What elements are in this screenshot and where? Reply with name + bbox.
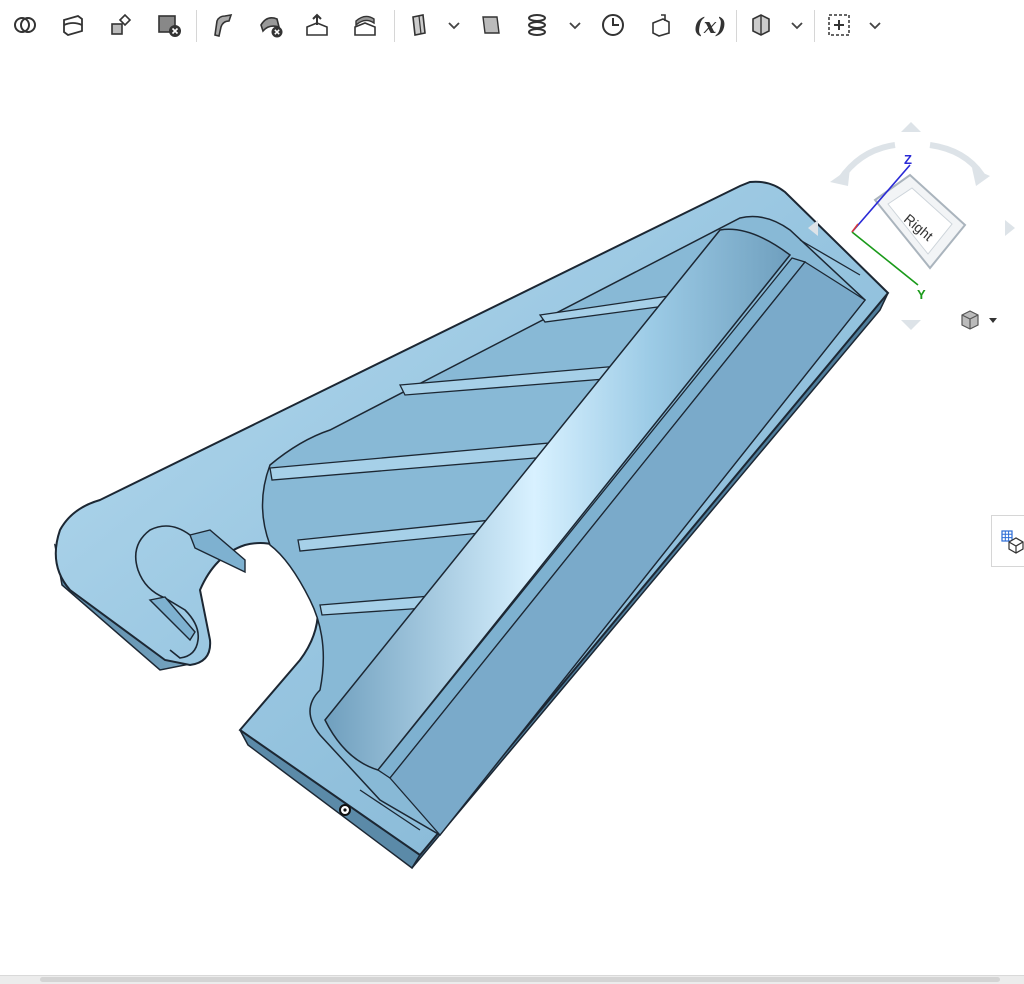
variable-icon[interactable]: (x) [690,7,730,43]
appearance-panel-button[interactable] [991,515,1024,567]
toolbar-separator [196,10,197,42]
appearance-panel-icon [1001,530,1024,554]
axis-x-line [851,223,859,233]
view-mode-dropdown[interactable] [956,304,1016,336]
display-states-icon[interactable] [744,7,778,43]
mate-connector-icon[interactable] [474,7,508,43]
boolean-icon[interactable] [8,7,42,43]
axis-z-label: Z [904,152,912,167]
transform-icon[interactable] [104,7,138,43]
helix-dropdown-chevron-icon[interactable] [566,12,584,38]
shaded-cube-icon [961,310,979,330]
measure-icon[interactable] [596,7,630,43]
section-icon[interactable] [644,7,678,43]
axis-y-label: Y [917,287,926,302]
toolbar-separator [394,10,395,42]
replace-face-icon[interactable] [348,7,382,43]
toolbar: (x) [0,0,1024,50]
view-up-arrow-icon [901,122,921,132]
plane-dropdown-chevron-icon[interactable] [445,12,463,38]
move-face-icon[interactable] [300,7,334,43]
toolbar-separator [814,10,815,42]
plane-icon[interactable] [402,7,436,43]
split-icon[interactable] [56,7,90,43]
fillet-icon[interactable] [206,7,240,43]
delete-part-icon[interactable] [152,7,186,43]
toolbar-separator [736,10,737,42]
variable-label: (x) [693,12,727,38]
custom-feature-dropdown-chevron-icon[interactable] [866,12,884,38]
view-right-arrow-icon [1005,220,1015,236]
graphics-viewport[interactable]: Z Y Right [0,50,1024,975]
display-states-dropdown-chevron-icon[interactable] [788,12,806,38]
delete-face-icon[interactable] [254,7,288,43]
scrollbar-thumb[interactable] [40,977,1000,982]
add-custom-feature-icon[interactable] [822,7,856,43]
view-down-arrow-icon [901,320,921,330]
view-left-arrow-icon [808,220,818,236]
caret-down-icon [989,318,997,323]
helix-icon[interactable] [520,7,554,43]
